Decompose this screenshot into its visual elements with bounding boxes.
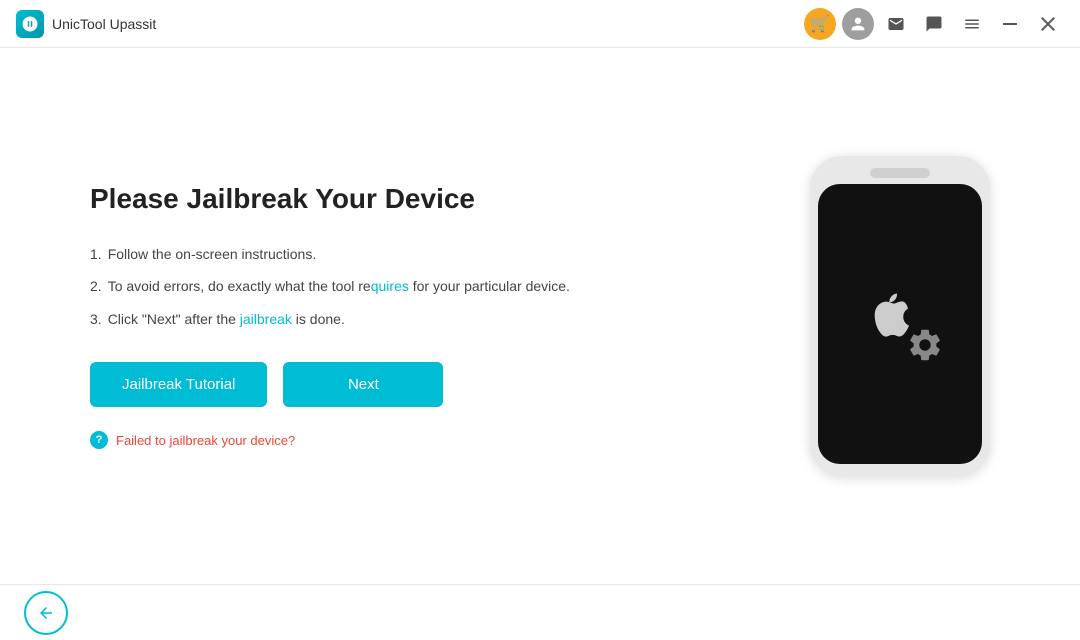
phone-notch (870, 168, 930, 178)
button-row: Jailbreak Tutorial Next (90, 362, 770, 407)
instruction-item-3: 3. Click "Next" after the jailbreak is d… (90, 308, 770, 330)
instruction-item-1: 1. Follow the on-screen instructions. (90, 243, 770, 265)
left-panel: Please Jailbreak Your Device 1. Follow t… (90, 183, 810, 449)
chat-icon[interactable] (918, 8, 950, 40)
bottom-bar (0, 584, 1080, 640)
back-button[interactable] (24, 591, 68, 635)
phone-mockup (810, 156, 990, 476)
next-button[interactable]: Next (283, 362, 443, 407)
title-bar: UnicTool Upassit 🛒 (0, 0, 1080, 48)
instruction-number-3: 3. (90, 308, 102, 330)
app-title: UnicTool Upassit (52, 16, 156, 32)
phone-screen (818, 184, 982, 464)
apple-gear-icon (860, 284, 940, 364)
title-bar-left: UnicTool Upassit (16, 10, 156, 38)
main-content: Please Jailbreak Your Device 1. Follow t… (0, 48, 1080, 584)
menu-icon[interactable] (956, 8, 988, 40)
instruction-item-2: 2. To avoid errors, do exactly what the … (90, 275, 770, 297)
instruction-text-3: Click "Next" after the jailbreak is done… (108, 308, 345, 330)
help-link-text: Failed to jailbreak your device? (116, 433, 295, 448)
content-wrapper: Please Jailbreak Your Device 1. Follow t… (90, 156, 990, 476)
gear-logo-svg (906, 326, 944, 364)
close-button[interactable] (1032, 8, 1064, 40)
jailbreak-tutorial-button[interactable]: Jailbreak Tutorial (90, 362, 267, 407)
instruction-number-2: 2. (90, 275, 102, 297)
mail-icon[interactable] (880, 8, 912, 40)
instruction-text-1: Follow the on-screen instructions. (108, 243, 317, 265)
help-icon: ? (90, 431, 108, 449)
failed-jailbreak-link[interactable]: ? Failed to jailbreak your device? (90, 431, 770, 449)
instruction-text-2: To avoid errors, do exactly what the too… (108, 275, 570, 297)
instructions-list: 1. Follow the on-screen instructions. 2.… (90, 243, 770, 330)
cart-icon[interactable]: 🛒 (804, 8, 836, 40)
app-icon (16, 10, 44, 38)
minimize-button[interactable] (994, 8, 1026, 40)
title-bar-right: 🛒 (804, 8, 1064, 40)
user-icon[interactable] (842, 8, 874, 40)
instruction-number-1: 1. (90, 243, 102, 265)
page-title: Please Jailbreak Your Device (90, 183, 770, 215)
